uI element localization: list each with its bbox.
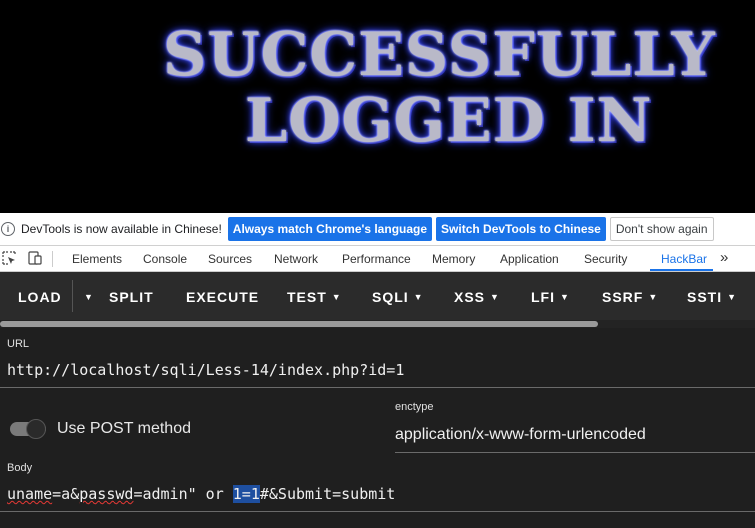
- url-input-underline: [0, 387, 755, 388]
- ssrf-menu-button[interactable]: SSRF ▼: [602, 289, 658, 305]
- post-method-toggle-knob[interactable]: [26, 419, 46, 439]
- tab-console[interactable]: Console: [143, 252, 187, 266]
- body-input-underline: [0, 511, 755, 512]
- dont-show-again-button[interactable]: Don't show again: [609, 217, 714, 241]
- chevron-down-icon: ▼: [727, 292, 738, 302]
- enctype-underline: [395, 452, 755, 453]
- lfi-menu-button[interactable]: LFI ▼: [531, 289, 570, 305]
- more-tabs-icon[interactable]: »: [720, 249, 728, 266]
- chevron-down-icon: ▼: [490, 292, 500, 302]
- test-menu-label: TEST: [287, 289, 327, 305]
- tab-application[interactable]: Application: [500, 252, 559, 266]
- tab-security[interactable]: Security: [584, 252, 627, 266]
- test-menu-button[interactable]: TEST ▼: [287, 289, 342, 305]
- chevron-down-icon: ▼: [331, 292, 342, 302]
- xss-menu-button[interactable]: XSS ▼: [454, 289, 500, 305]
- body-text-segment: passwd: [79, 485, 134, 503]
- load-dropdown-icon[interactable]: ▼: [79, 289, 94, 305]
- post-method-label: Use POST method: [57, 420, 191, 437]
- execute-button[interactable]: EXECUTE: [186, 289, 259, 305]
- body-text-segment: =admin" or: [133, 485, 233, 503]
- device-toolbar-icon[interactable]: [28, 251, 42, 265]
- login-result-banner: SUCCESSFULLY LOGGED IN: [0, 0, 755, 213]
- chevron-down-icon: ▼: [648, 292, 659, 302]
- devtools-tabbar: Elements Console Sources Network Perform…: [0, 246, 755, 272]
- enctype-select[interactable]: application/x-www-form-urlencoded: [395, 426, 646, 444]
- tab-memory[interactable]: Memory: [432, 252, 475, 266]
- body-text-selection: 1=1: [232, 485, 260, 503]
- sqli-menu-label: SQLI: [372, 289, 409, 305]
- chevron-down-icon: ▼: [413, 292, 424, 302]
- ssrf-menu-label: SSRF: [602, 289, 644, 305]
- body-label: Body: [7, 462, 33, 474]
- sqli-menu-button[interactable]: SQLI ▼: [372, 289, 424, 305]
- url-input[interactable]: http://localhost/sqli/Less-14/index.php?…: [7, 361, 404, 379]
- always-match-language-button[interactable]: Always match Chrome's language: [227, 217, 433, 241]
- load-button[interactable]: LOAD: [18, 289, 62, 305]
- inspect-element-icon[interactable]: [2, 251, 16, 265]
- switch-to-chinese-button[interactable]: Switch DevTools to Chinese: [436, 217, 606, 241]
- info-icon: i: [1, 222, 15, 236]
- lfi-menu-label: LFI: [531, 289, 555, 305]
- tab-performance[interactable]: Performance: [342, 252, 411, 266]
- ssti-menu-button[interactable]: SSTI ▼: [687, 289, 737, 305]
- tab-hackbar[interactable]: HackBar: [661, 252, 707, 266]
- tab-elements[interactable]: Elements: [72, 252, 122, 266]
- toolbar-divider: [72, 280, 73, 312]
- tabbar-divider: [52, 251, 53, 267]
- chevron-down-icon: ▼: [560, 292, 570, 302]
- infobar-message: DevTools is now available in Chinese!: [21, 222, 222, 236]
- success-title-line1: SUCCESSFULLY: [163, 20, 716, 90]
- xss-menu-label: XSS: [454, 289, 486, 305]
- tab-network[interactable]: Network: [274, 252, 318, 266]
- hackbar-panel: URL http://localhost/sqli/Less-14/index.…: [0, 328, 755, 528]
- body-text-segment: =a&: [52, 485, 80, 503]
- active-tab-indicator: [650, 269, 713, 271]
- body-input[interactable]: uname=a&passwd=admin" or 1=1#&Submit=sub…: [7, 485, 395, 503]
- split-button[interactable]: SPLIT: [109, 289, 154, 305]
- toolbar-scrollbar-thumb[interactable]: [0, 321, 598, 327]
- devtools-language-infobar: i DevTools is now available in Chinese! …: [0, 213, 755, 246]
- ssti-menu-label: SSTI: [687, 289, 723, 305]
- success-title-line2: LOGGED IN: [245, 86, 653, 156]
- enctype-label: enctype: [395, 401, 434, 413]
- hackbar-toolbar: LOAD ▼ SPLIT EXECUTE TEST ▼ SQLI ▼ XSS ▼ LF…: [0, 272, 755, 320]
- body-text-segment: uname: [7, 485, 53, 503]
- tab-sources[interactable]: Sources: [208, 252, 252, 266]
- url-label: URL: [7, 338, 30, 350]
- body-text-segment: #&Submit=submit: [259, 485, 396, 503]
